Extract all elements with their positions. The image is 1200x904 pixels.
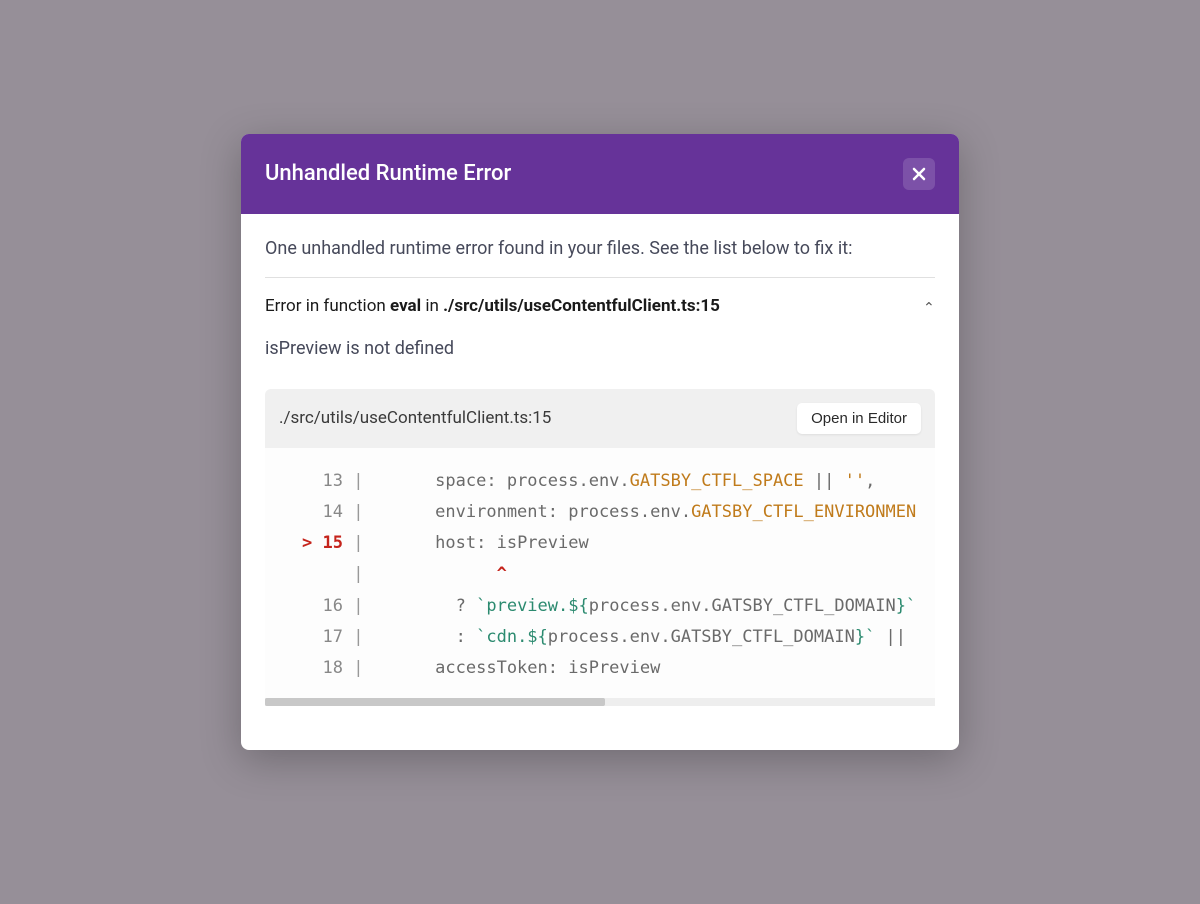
error-message: isPreview is not defined	[265, 338, 935, 359]
chevron-up-icon: ⌄	[923, 298, 935, 314]
horizontal-scrollbar[interactable]	[265, 698, 935, 706]
file-bar: ./src/utils/useContentfulClient.ts:15 Op…	[265, 389, 935, 448]
error-in: in	[421, 296, 443, 316]
scrollbar-thumb[interactable]	[265, 698, 605, 706]
error-prefix: Error in function	[265, 296, 390, 316]
close-button[interactable]	[903, 158, 935, 190]
close-icon	[911, 166, 927, 182]
code-line-16: 16 | ? `preview.${process.env.GATSBY_CTF…	[265, 591, 935, 622]
modal-header: Unhandled Runtime Error	[241, 134, 959, 214]
code-line-17: 17 | : `cdn.${process.env.GATSBY_CTFL_DO…	[265, 622, 935, 653]
modal-title: Unhandled Runtime Error	[265, 161, 511, 186]
code-line-15: > 15 | host: isPreview	[265, 528, 935, 559]
code-line-14: 14 | environment: process.env.GATSBY_CTF…	[265, 497, 935, 528]
error-function: eval	[390, 296, 421, 316]
code-caret-line: | ^	[265, 559, 935, 590]
error-heading: Error in function eval in ./src/utils/us…	[265, 296, 720, 316]
error-location: ./src/utils/useContentfulClient.ts:15	[443, 296, 720, 316]
file-path: ./src/utils/useContentfulClient.ts:15	[279, 408, 551, 428]
error-heading-row[interactable]: Error in function eval in ./src/utils/us…	[265, 296, 935, 316]
open-in-editor-button[interactable]: Open in Editor	[797, 403, 921, 434]
error-description: One unhandled runtime error found in you…	[265, 238, 935, 259]
modal-body: One unhandled runtime error found in you…	[241, 214, 959, 750]
error-modal: Unhandled Runtime Error One unhandled ru…	[241, 134, 959, 750]
divider	[265, 277, 935, 278]
code-line-18: 18 | accessToken: isPreview	[265, 653, 935, 684]
code-line-13: 13 | space: process.env.GATSBY_CTFL_SPAC…	[265, 466, 935, 497]
code-snippet[interactable]: 13 | space: process.env.GATSBY_CTFL_SPAC…	[265, 448, 935, 698]
